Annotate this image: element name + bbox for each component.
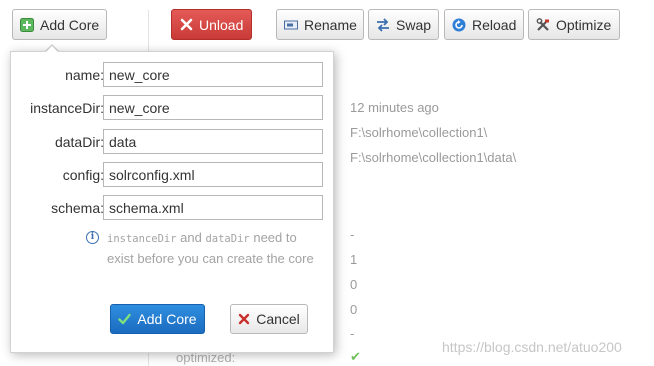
dir-hint: instanceDir and dataDir need to exist be… <box>107 228 317 269</box>
instance-dir-label: instanceDir: <box>30 100 104 116</box>
cancel-icon <box>238 313 250 325</box>
add-core-dialog: name: instanceDir: dataDir: config: sche… <box>10 51 334 353</box>
optimize-button[interactable]: Optimize <box>528 9 620 40</box>
config-input[interactable] <box>103 162 323 187</box>
info-icon: i <box>86 231 99 244</box>
hint-code-data-dir: dataDir <box>205 233 250 245</box>
add-core-button[interactable]: Add Core <box>12 9 107 40</box>
confirm-add-core-label: Add Core <box>137 311 197 327</box>
unload-label: Unload <box>199 16 244 33</box>
cancel-button[interactable]: Cancel <box>230 304 308 334</box>
reload-icon <box>452 18 466 32</box>
name-input[interactable] <box>103 62 323 87</box>
check-icon <box>118 313 132 325</box>
stat-value: - <box>350 326 355 341</box>
stat-value: 0 <box>350 277 358 292</box>
watermark: https://blog.csdn.net/atuo200 <box>442 339 622 355</box>
data-dir-input[interactable] <box>103 129 323 154</box>
stat-value: 1 <box>350 252 358 267</box>
schema-label: schema: <box>51 200 104 216</box>
instance-dir-value: F:\solrhome\collection1\ <box>350 125 488 140</box>
swap-label: Swap <box>396 16 432 33</box>
reload-label: Reload <box>472 16 517 33</box>
add-core-label: Add Core <box>40 16 100 33</box>
instance-dir-input[interactable] <box>103 95 323 120</box>
name-label: name: <box>65 67 104 83</box>
popup-arrow-inner <box>45 46 59 53</box>
rename-icon <box>284 18 298 32</box>
optimized-check-icon: ✔ <box>350 349 361 364</box>
schema-input[interactable] <box>103 195 323 220</box>
stat-value: - <box>350 227 355 242</box>
cancel-label: Cancel <box>256 311 300 327</box>
config-label: config: <box>62 167 104 183</box>
stat-value: 0 <box>350 302 358 317</box>
rename-button[interactable]: Rename <box>276 9 364 40</box>
swap-button[interactable]: Swap <box>368 9 439 40</box>
close-icon <box>179 18 193 32</box>
data-dir-label: dataDir: <box>54 134 104 150</box>
unload-button[interactable]: Unload <box>171 9 252 40</box>
rename-label: Rename <box>304 16 357 33</box>
data-dir-value: F:\solrhome\collection1\data\ <box>350 150 517 165</box>
swap-icon <box>376 17 390 32</box>
confirm-add-core-button[interactable]: Add Core <box>110 304 205 334</box>
tools-icon <box>536 17 550 32</box>
optimize-label: Optimize <box>556 16 612 33</box>
reload-button[interactable]: Reload <box>444 9 524 40</box>
plus-icon <box>20 17 34 32</box>
hint-and: and <box>176 230 206 245</box>
hint-code-instance-dir: instanceDir <box>107 233 177 245</box>
last-modified-value: 12 minutes ago <box>350 100 439 115</box>
